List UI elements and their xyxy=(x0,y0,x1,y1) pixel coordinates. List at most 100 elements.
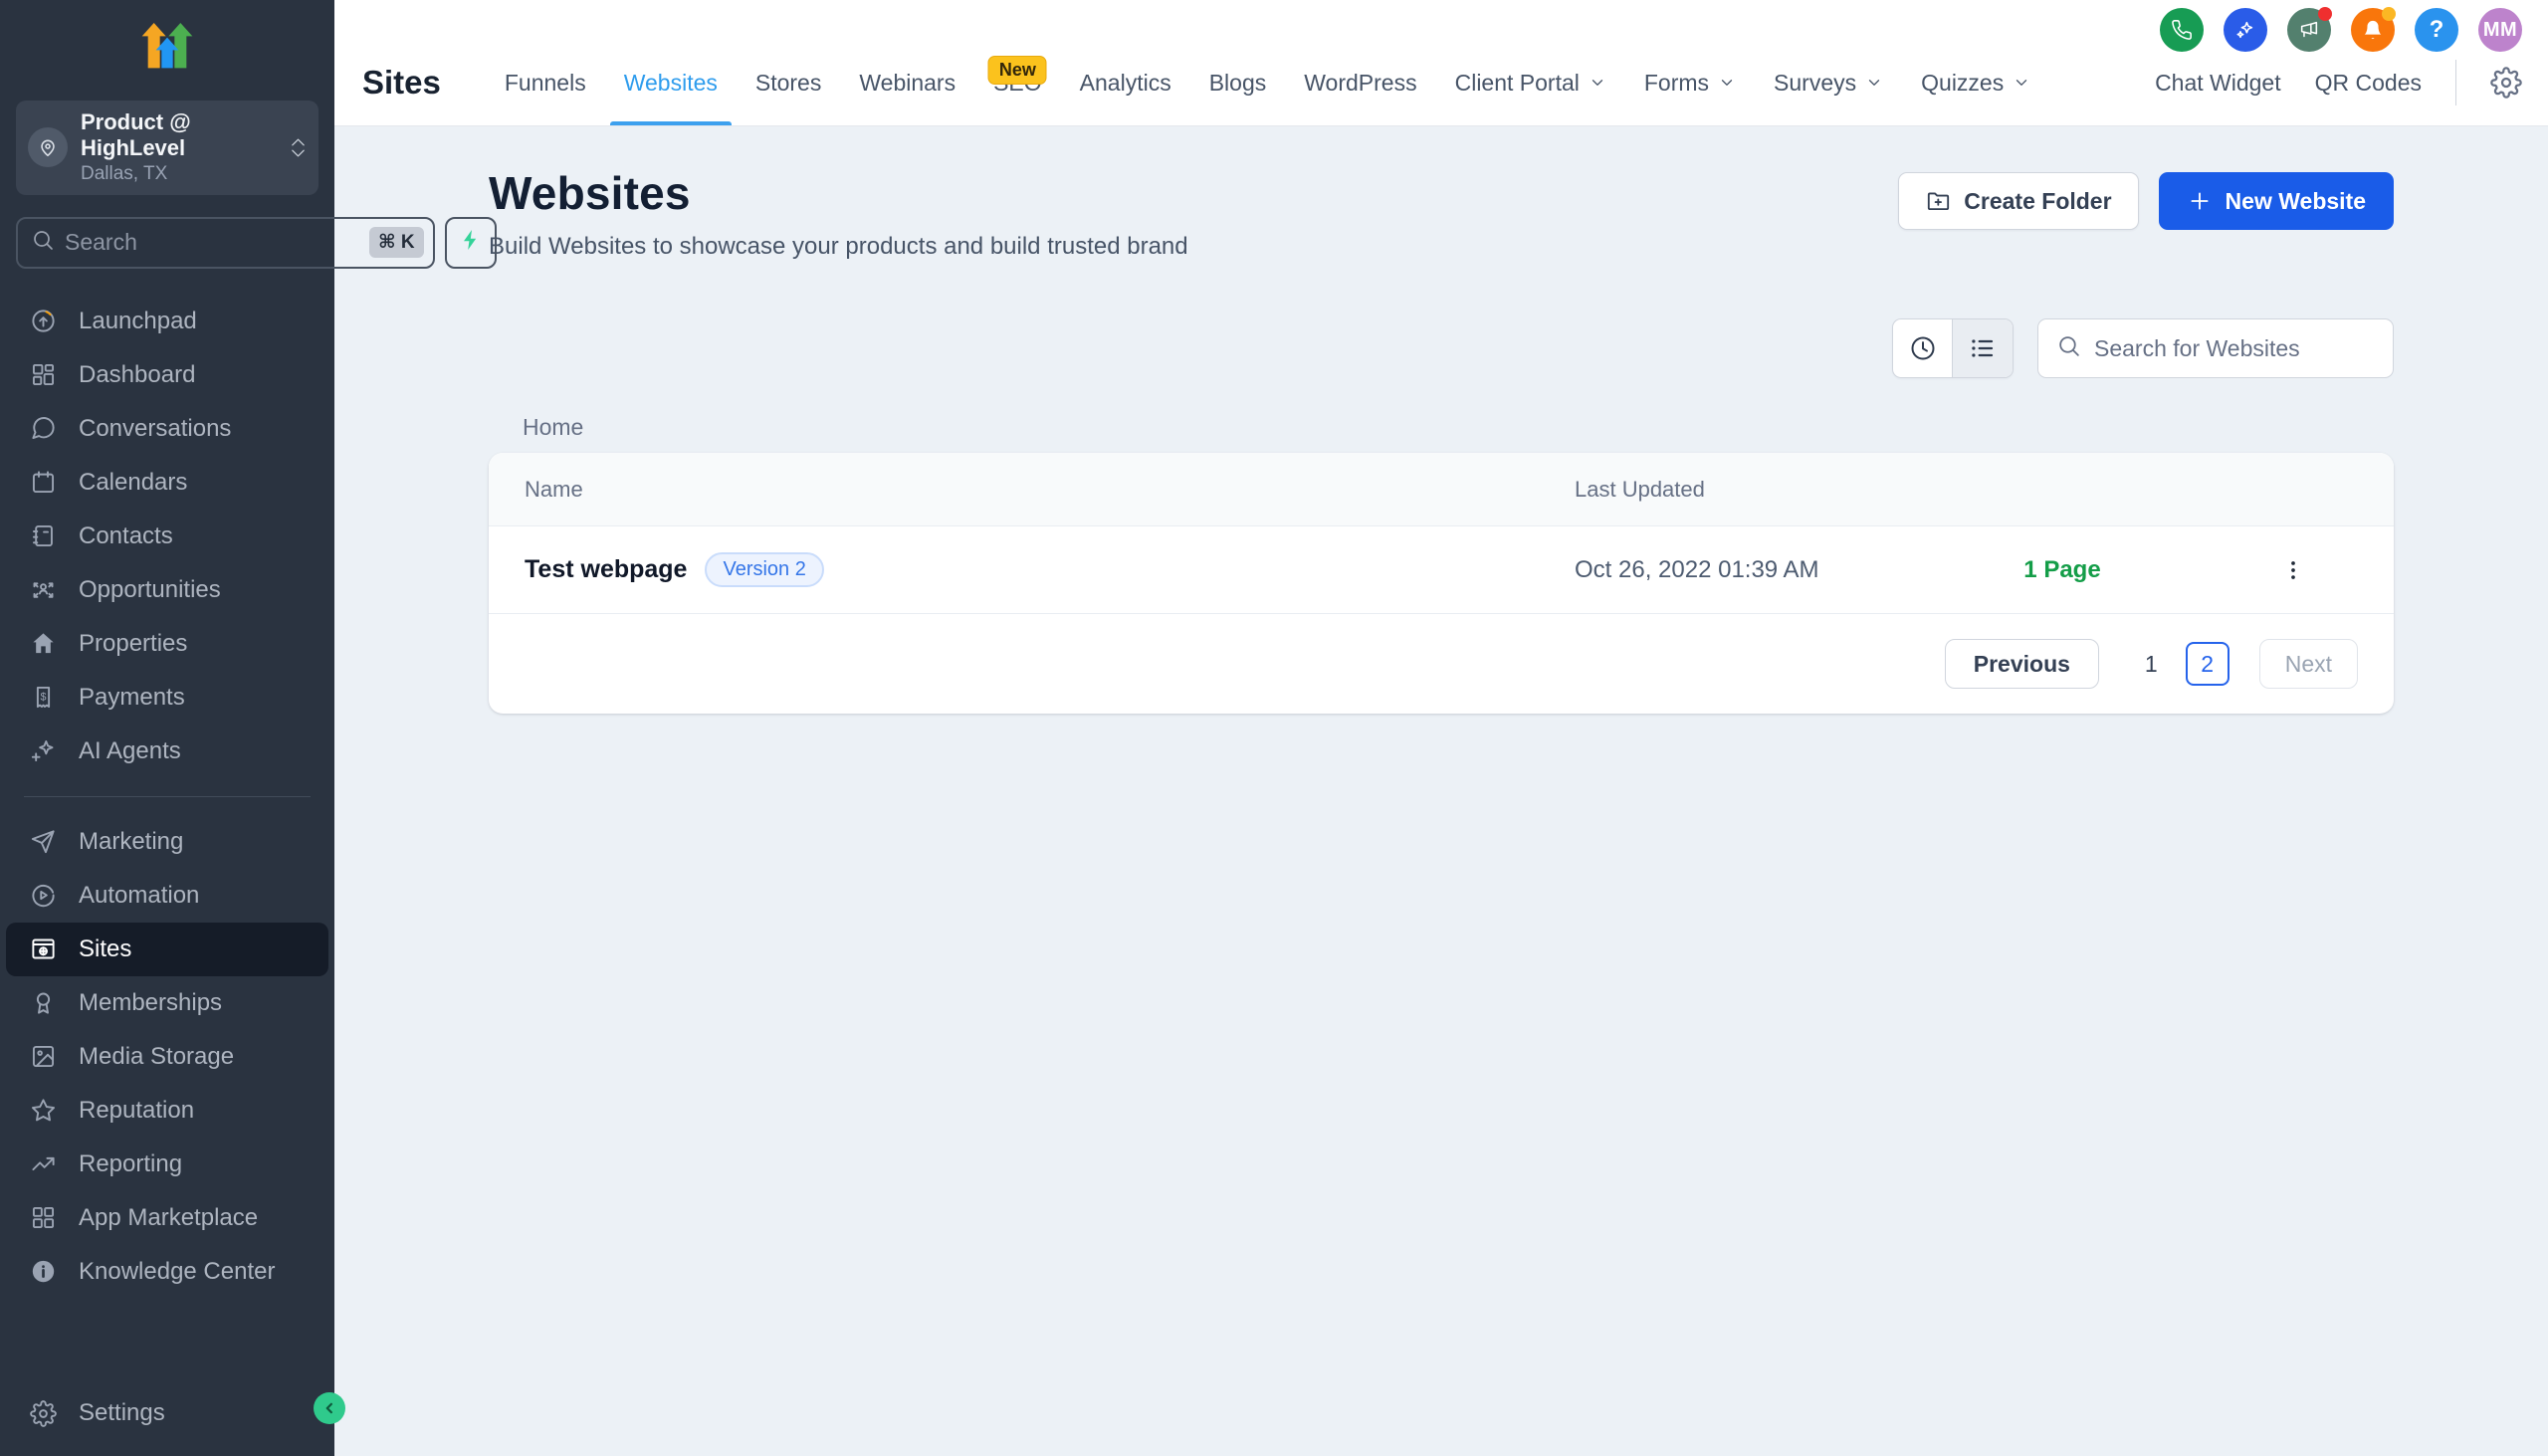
chevron-down-icon xyxy=(1865,71,1883,98)
sites-settings-button[interactable] xyxy=(2490,67,2522,99)
sidebar-item-label: Opportunities xyxy=(79,576,221,604)
sidebar-divider xyxy=(24,796,311,797)
sidebar-item-label: Sites xyxy=(79,936,131,963)
sidebar-search[interactable]: ⌘ K xyxy=(16,217,435,269)
sidebar-item-knowledge-center[interactable]: Knowledge Center xyxy=(6,1245,328,1299)
kebab-menu-icon xyxy=(2280,557,2306,583)
page-count-link[interactable]: 1 Page xyxy=(2023,556,2100,583)
sidebar-item-contacts[interactable]: Contacts xyxy=(6,510,328,563)
sidebar-item-launchpad[interactable]: Launchpad xyxy=(6,295,328,348)
tab-wordpress[interactable]: WordPress xyxy=(1304,40,1416,125)
quick-actions-button[interactable] xyxy=(445,217,497,269)
award-ribbon-icon xyxy=(30,989,57,1016)
tab-analytics[interactable]: Analytics xyxy=(1080,40,1171,125)
sidebar-search-input[interactable] xyxy=(65,229,359,256)
gear-icon xyxy=(30,1400,57,1427)
sparkles-icon xyxy=(2234,19,2256,41)
search-icon xyxy=(31,228,55,257)
highlevel-logo-icon xyxy=(135,20,199,79)
megaphone-icon xyxy=(2298,19,2320,41)
pagination-page-1[interactable]: 1 xyxy=(2145,651,2158,678)
tab-funnels[interactable]: Funnels xyxy=(505,40,586,125)
pagination-next-button[interactable]: Next xyxy=(2259,639,2358,689)
sidebar-item-opportunities[interactable]: Opportunities xyxy=(6,563,328,617)
sidebar-item-payments[interactable]: $ Payments xyxy=(6,671,328,725)
sidebar-item-conversations[interactable]: Conversations xyxy=(6,402,328,456)
chat-bubble-icon xyxy=(30,415,57,442)
notifications-button[interactable] xyxy=(2351,8,2395,52)
tab-stores[interactable]: Stores xyxy=(755,40,821,125)
list-icon xyxy=(1969,334,1997,362)
star-icon xyxy=(30,1097,57,1124)
new-website-button[interactable]: New Website xyxy=(2159,172,2394,230)
tab-qr-codes[interactable]: QR Codes xyxy=(2315,40,2422,125)
tab-chat-widget[interactable]: Chat Widget xyxy=(2155,40,2281,125)
sidebar-item-app-marketplace[interactable]: App Marketplace xyxy=(6,1191,328,1245)
question-mark-icon: ? xyxy=(2430,16,2444,44)
sidebar: Product @ HighLevel Dallas, TX ⌘ K Launc… xyxy=(0,0,334,1456)
breadcrumb-home-link[interactable]: Home xyxy=(523,414,583,440)
address-book-icon xyxy=(30,522,57,549)
tab-webinars[interactable]: Webinars xyxy=(859,40,956,125)
tab-surveys[interactable]: Surveys xyxy=(1774,40,1883,125)
sidebar-item-reputation[interactable]: Reputation xyxy=(6,1084,328,1138)
bell-icon xyxy=(2362,19,2384,41)
sidebar-item-label: Calendars xyxy=(79,469,187,497)
list-view-button[interactable] xyxy=(1953,319,2013,377)
sidebar-item-settings[interactable]: Settings xyxy=(6,1386,328,1440)
sidebar-item-sites[interactable]: Sites xyxy=(6,923,328,976)
sidebar-item-marketing[interactable]: Marketing xyxy=(6,815,328,869)
table-row: Test webpage Version 2 Oct 26, 2022 01:3… xyxy=(489,526,2394,614)
user-avatar[interactable]: MM xyxy=(2478,8,2522,52)
tab-websites[interactable]: Websites xyxy=(624,40,718,125)
chevron-down-icon xyxy=(2013,71,2030,98)
sidebar-item-label: Automation xyxy=(79,882,199,910)
websites-search-input[interactable] xyxy=(2094,335,2375,362)
paper-plane-icon xyxy=(30,828,57,855)
image-icon xyxy=(30,1043,57,1070)
sidebar-item-calendars[interactable]: Calendars xyxy=(6,456,328,510)
announcements-button[interactable] xyxy=(2287,8,2331,52)
chevron-down-icon xyxy=(1589,71,1606,98)
sidebar-item-media-storage[interactable]: Media Storage xyxy=(6,1030,328,1084)
sidebar-item-label: Memberships xyxy=(79,989,222,1017)
phone-button[interactable] xyxy=(2160,8,2204,52)
pagination-page-2-current[interactable]: 2 xyxy=(2186,642,2230,686)
help-button[interactable]: ? xyxy=(2415,8,2458,52)
sidebar-item-label: Marketing xyxy=(79,828,183,856)
topbar-icon-row: ? MM xyxy=(2160,8,2522,52)
create-folder-button[interactable]: Create Folder xyxy=(1898,172,2138,230)
chevron-left-icon xyxy=(320,1399,338,1417)
tab-quizzes[interactable]: Quizzes xyxy=(1921,40,2030,125)
sidebar-item-dashboard[interactable]: Dashboard xyxy=(6,348,328,402)
sidebar-item-ai-agents[interactable]: AI Agents xyxy=(6,725,328,778)
website-name-link[interactable]: Test webpage xyxy=(525,555,687,584)
sidebar-item-label: Payments xyxy=(79,684,185,712)
sidebar-item-label: Media Storage xyxy=(79,1043,234,1071)
tab-seo[interactable]: New SEO xyxy=(993,40,1042,125)
sidebar-item-label: App Marketplace xyxy=(79,1204,258,1232)
sidebar-nav-secondary: Marketing Automation Sites Memberships M… xyxy=(0,815,334,1299)
sidebar-item-properties[interactable]: Properties xyxy=(6,617,328,671)
sidebar-item-memberships[interactable]: Memberships xyxy=(6,976,328,1030)
row-actions-menu-button[interactable] xyxy=(2274,551,2312,589)
tab-blogs[interactable]: Blogs xyxy=(1209,40,1267,125)
recent-view-button[interactable] xyxy=(1893,319,1953,377)
location-switcher[interactable]: Product @ HighLevel Dallas, TX xyxy=(16,101,318,195)
sidebar-item-label: Launchpad xyxy=(79,308,197,335)
page-content: Websites Build Websites to showcase your… xyxy=(334,126,2548,1456)
tab-forms[interactable]: Forms xyxy=(1644,40,1736,125)
sidebar-item-automation[interactable]: Automation xyxy=(6,869,328,923)
pagination-previous-button[interactable]: Previous xyxy=(1945,639,2099,689)
sidebar-item-label: Knowledge Center xyxy=(79,1258,275,1286)
sidebar-item-label: Reputation xyxy=(79,1097,194,1125)
sidebar-item-reporting[interactable]: Reporting xyxy=(6,1138,328,1191)
launchpad-icon xyxy=(30,308,57,334)
ai-assistant-button[interactable] xyxy=(2224,8,2267,52)
phone-icon xyxy=(2171,19,2193,41)
sidebar-collapse-button[interactable] xyxy=(314,1392,345,1424)
sidebar-item-label: Properties xyxy=(79,630,187,658)
tab-client-portal[interactable]: Client Portal xyxy=(1455,40,1606,125)
plus-icon xyxy=(2187,188,2213,214)
calendar-icon xyxy=(30,469,57,496)
